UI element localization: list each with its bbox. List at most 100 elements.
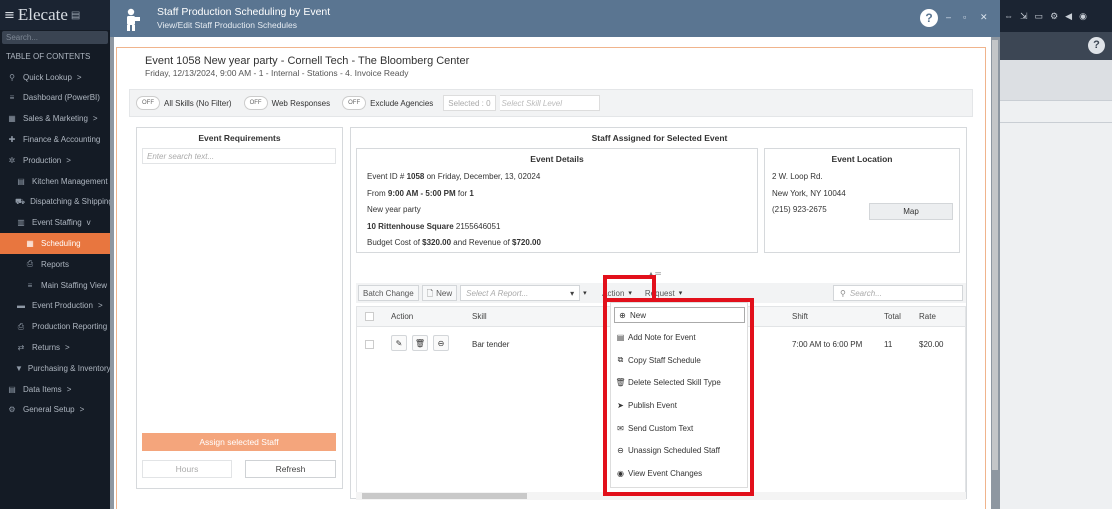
sidebar-item[interactable]: ⚙ General Setup > — [0, 400, 110, 421]
chevron-down-icon: v — [86, 218, 91, 228]
dialog-vertical-scrollbar[interactable] — [992, 40, 998, 470]
event-title: Event 1058 New year party - Cornell Tech… — [145, 55, 470, 67]
location-phone: (215) 923-2675 — [772, 205, 827, 214]
requirements-search-input[interactable]: Enter search text... — [142, 148, 336, 164]
sidebar-item[interactable]: ▤ Kitchen Management — [0, 171, 110, 192]
sidebar-item[interactable]: ✲ Production > — [0, 150, 110, 171]
cell-skill: Bar tender — [472, 340, 510, 349]
event-time: 9:00 AM - 5:00 PM — [387, 189, 456, 198]
cart-icon: ▼ — [15, 363, 23, 373]
app-logo[interactable]: ≡ Elecate ▤ — [0, 0, 110, 30]
people-icon[interactable]: ⇔ — [1004, 11, 1013, 21]
sidebar-item[interactable]: ⎙ Reports — [0, 254, 110, 275]
sidebar-item-label: Dispatching & Shipping — [30, 197, 110, 207]
budget-revenue: $720.00 — [512, 238, 541, 247]
chevron-down-icon[interactable]: ▾ — [583, 289, 587, 297]
event-id-prefix: Event ID # — [367, 172, 407, 181]
app-content-card — [1000, 100, 1112, 509]
trash-icon[interactable]: 🗑 — [412, 335, 428, 351]
sidebar-search-input[interactable]: Search... — [2, 31, 108, 44]
new-button[interactable]: 🗋 New — [421, 285, 458, 301]
print-icon: ⎙ — [17, 321, 25, 331]
logout-icon[interactable]: ⇲ — [1020, 11, 1028, 22]
column-header-action[interactable]: Action — [391, 312, 413, 321]
map-button[interactable]: Map — [869, 203, 953, 220]
sidebar-item[interactable]: ▥ Event Staffing v — [0, 212, 110, 233]
web-responses-toggle[interactable]: OFF — [243, 96, 268, 110]
column-header-skill[interactable]: Skill — [472, 312, 487, 321]
sidebar-item[interactable]: ▬ Event Production > — [0, 296, 110, 317]
location-city: New York, NY 10044 — [772, 189, 846, 198]
hamburger-icon[interactable]: ≡ — [4, 8, 15, 23]
sidebar-item[interactable]: ⇄ Returns > — [0, 337, 110, 358]
calendar-icon: ▦ — [26, 239, 34, 249]
kitchen-icon: ▤ — [17, 176, 25, 186]
select-all-checkbox[interactable] — [365, 312, 374, 321]
refresh-button[interactable]: Refresh — [245, 460, 336, 478]
web-responses-label: Web Responses — [271, 98, 331, 108]
column-header-rate[interactable]: Rate — [919, 312, 936, 321]
all-skills-toggle[interactable]: OFF — [136, 96, 160, 110]
help-icon[interactable]: ? — [920, 9, 938, 27]
row-checkbox[interactable] — [365, 340, 374, 349]
cell-rate: $20.00 — [919, 340, 944, 349]
grid-search-input[interactable]: ⚲ Search... — [833, 285, 963, 301]
chevron-right-icon: > — [65, 343, 70, 353]
sidebar-item[interactable]: ⛟ Dispatching & Shipping — [0, 192, 110, 213]
column-header-total[interactable]: Total — [884, 312, 901, 321]
all-skills-label: All Skills (No Filter) — [164, 98, 232, 108]
sidebar-item[interactable]: ▦ Sales & Marketing > — [0, 108, 110, 129]
event-address: 10 Rittenhouse Square — [367, 222, 454, 231]
close-icon[interactable]: ✕ — [980, 12, 988, 23]
divider — [1000, 122, 1112, 123]
edit-icon[interactable]: ✎ — [391, 335, 407, 351]
unlink-icon[interactable]: ⊖ — [433, 335, 449, 351]
sidebar-item-label: Dashboard (PowerBI) — [23, 93, 100, 103]
exclude-agencies-toggle[interactable]: OFF — [342, 96, 367, 110]
event-name: New year party — [367, 205, 421, 214]
staff-assigned-header: Staff Assigned for Selected Event — [591, 133, 728, 143]
sidebar-item[interactable]: ⚲ Quick Lookup > — [0, 67, 110, 88]
column-header-shift[interactable]: Shift — [792, 312, 808, 321]
event-time-line: From 9:00 AM - 5:00 PM for 1 — [367, 189, 474, 198]
production-icon: ✲ — [8, 155, 16, 165]
sidebar-item[interactable]: ✚ Finance & Accounting — [0, 129, 110, 150]
megaphone-icon[interactable]: ◀ — [1065, 11, 1072, 22]
sidebar-item[interactable]: ▦ Scheduling — [0, 233, 110, 254]
sales-icon: ▦ — [8, 114, 16, 124]
sidebar-item-label: Event Production — [32, 301, 93, 311]
sidebar-item-label: Sales & Marketing — [23, 114, 88, 124]
list-icon: ≡ — [27, 280, 33, 290]
sidebar-item-label: Data Items — [23, 384, 62, 394]
maximize-icon[interactable]: ▫ — [963, 12, 966, 22]
scrollbar-thumb[interactable] — [362, 493, 527, 499]
assign-staff-button[interactable]: Assign selected Staff — [142, 433, 336, 451]
skill-level-select[interactable]: Select Skill Level — [499, 95, 600, 111]
calendar-shortcut-icon[interactable]: ▤ — [71, 10, 80, 21]
selected-count: Selected : 0 — [443, 95, 496, 111]
app-help-icon[interactable]: ? — [1088, 37, 1105, 54]
sidebar-item[interactable]: ▤ Data Items > — [0, 379, 110, 400]
finance-icon: ✚ — [8, 135, 16, 145]
sidebar-item[interactable]: ≡ Dashboard (PowerBI) — [0, 88, 110, 109]
search-icon: ⚲ — [9, 72, 15, 82]
truck-icon: ⛟ — [15, 196, 26, 206]
new-label: New — [436, 288, 453, 298]
time-mid: for — [455, 189, 470, 198]
window-icon[interactable]: ▭ — [1035, 11, 1044, 22]
hours-button[interactable]: Hours — [142, 460, 232, 478]
dialog-title: Staff Production Scheduling by Event — [157, 6, 331, 18]
dialog-subtitle: View/Edit Staff Production Schedules — [157, 20, 298, 30]
scrollbar-thumb[interactable] — [992, 40, 998, 470]
sidebar-item[interactable]: ≡ Main Staffing View — [0, 275, 110, 296]
report-select[interactable]: Select A Report... ▾ — [460, 285, 581, 301]
batch-change-button[interactable]: Batch Change — [358, 285, 419, 301]
sidebar-item[interactable]: ⎙ Production Reporting — [0, 316, 110, 337]
sidebar-item[interactable]: ▼ Purchasing & Inventory — [0, 358, 110, 379]
user-icon[interactable]: ◉ — [1079, 11, 1087, 22]
minimize-icon[interactable]: – — [946, 12, 951, 22]
gear-icon[interactable]: ⚙ — [1050, 11, 1058, 22]
location-street: 2 W. Loop Rd. — [772, 172, 823, 181]
sidebar-item-label: Production Reporting — [32, 322, 108, 332]
sidebar: ≡ Elecate ▤ Search... TABLE OF CONTENTS … — [0, 0, 110, 509]
